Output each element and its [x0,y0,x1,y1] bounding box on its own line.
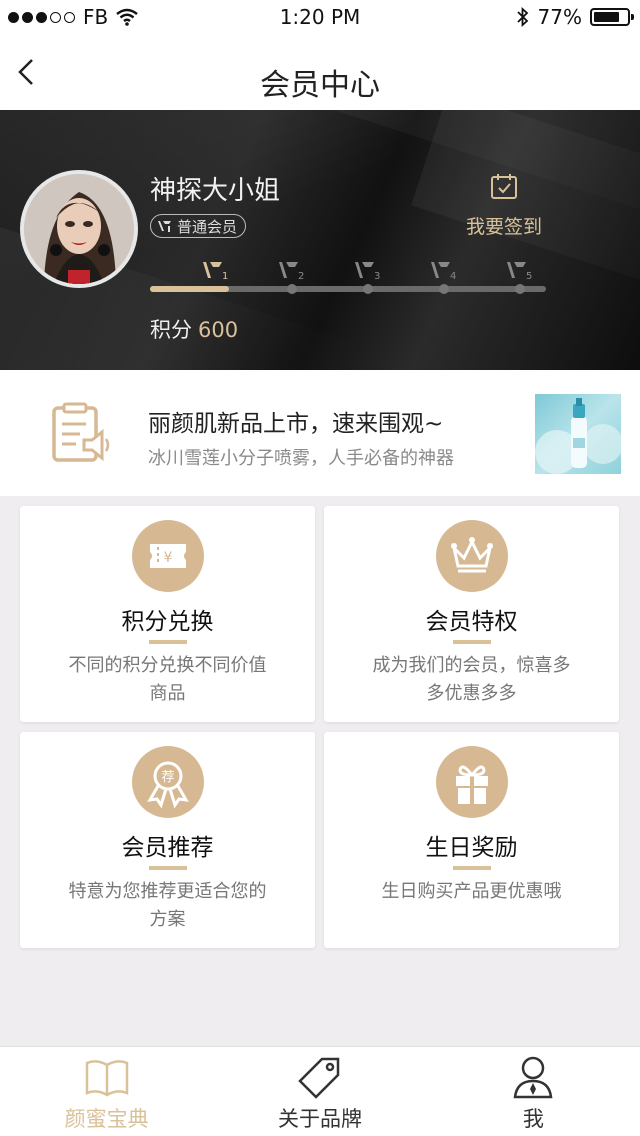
level-4-icon: 4 [431,262,456,282]
level-1-icon: 1 [203,262,228,282]
nav-bar: 会员中心 [0,34,640,110]
card-birthday-reward[interactable]: 生日奖励 生日购买产品更优惠哦 [324,732,619,948]
card-title: 会员推荐 [121,835,214,861]
level-marker [287,284,297,294]
tab-label: 颜蜜宝典 [64,1107,149,1131]
card-description: 不同的积分兑换不同价值商品 [68,655,267,704]
crown-icon [436,520,508,592]
card-divider [453,866,491,870]
card-points-exchange[interactable]: ¥ 积分兑换 不同的积分兑换不同价值商品 [20,506,315,722]
tab-label: 关于品牌 [277,1107,362,1131]
points-label: 积分 [150,318,192,342]
level-progress: 1 2 3 4 5 [150,258,546,298]
announcement-icon [52,402,110,462]
tab-me[interactable]: 我 [427,1047,640,1136]
banner-title: 丽颜肌新品上市，速来围观~ [148,411,444,437]
level-track [150,286,546,292]
tab-bar: 颜蜜宝典 关于品牌 我 [0,1046,640,1136]
svg-text:荐: 荐 [161,770,174,785]
card-description: 特意为您推荐更适合您的方案 [68,881,267,930]
card-divider [149,640,187,644]
member-badge-label: 普通会员 [177,217,238,236]
level-marker [515,284,525,294]
level-3-icon: 3 [355,262,380,282]
status-right: 77% [516,5,634,29]
level-marker [363,284,373,294]
promo-banner[interactable]: 丽颜肌新品上市，速来围观~ 冰川雪莲小分子喷雾，人手必备的神器 [0,370,640,496]
points-display: 积分 600 [150,314,238,344]
battery-icon [590,8,634,26]
bluetooth-icon [516,7,528,27]
checkin-label: 我要签到 [465,216,542,238]
gift-icon [436,746,508,818]
level-2-icon: 2 [279,262,304,282]
username: 神探大小姐 [150,176,281,206]
card-member-recommend[interactable]: 荐 会员推荐 特意为您推荐更适合您的方案 [20,732,315,948]
avatar[interactable] [20,170,138,288]
card-title: 会员特权 [425,609,518,635]
member-profile-header: 神探大小姐 普通会员 我要签到 1 2 3 4 5 积分 600 [0,110,640,370]
level-number: 4 [450,271,456,282]
banner-subtitle: 冰川雪莲小分子喷雾，人手必备的神器 [148,448,454,469]
user-icon [513,1056,553,1099]
card-divider [149,866,187,870]
level-5-icon: 5 [507,262,532,282]
card-description: 生日购买产品更优惠哦 [381,881,562,902]
book-icon [85,1060,128,1097]
checkin-button[interactable]: 我要签到 [462,172,546,239]
feature-grid: ¥ 积分兑换 不同的积分兑换不同价值商品 会员特权 成为我们的会员，惊喜多多优惠… [20,506,620,948]
level-number: 5 [526,271,532,282]
ticket-icon: ¥ [132,520,204,592]
card-member-privileges[interactable]: 会员特权 成为我们的会员，惊喜多多优惠多多 [324,506,619,722]
card-title: 生日奖励 [425,835,518,861]
member-level-badge: 普通会员 [150,214,247,238]
calendar-check-icon [491,174,517,199]
level-number: 2 [298,271,304,282]
level-progress-fill [150,286,230,292]
tab-label: 我 [522,1107,544,1131]
avatar-image [24,174,134,284]
ribbon-badge-icon: 荐 [132,746,204,818]
svg-text:¥: ¥ [164,550,173,566]
tag-icon [298,1057,340,1099]
points-value: 600 [198,318,239,342]
product-image [535,394,621,474]
vip-level-icon [158,221,171,232]
level-number: 1 [222,271,228,282]
level-marker [439,284,449,294]
battery-percent: 77% [537,5,582,29]
level-number: 3 [374,271,380,282]
tab-about-brand[interactable]: 关于品牌 [213,1047,426,1136]
card-title: 积分兑换 [121,609,214,635]
card-description: 成为我们的会员，惊喜多多优惠多多 [372,655,571,704]
spray-bottle-image [535,398,621,474]
page-title: 会员中心 [260,68,380,103]
status-bar: FB 1:20 PM 77% [0,0,640,34]
card-divider [453,640,491,644]
tab-beauty-guide[interactable]: 颜蜜宝典 [0,1047,213,1136]
